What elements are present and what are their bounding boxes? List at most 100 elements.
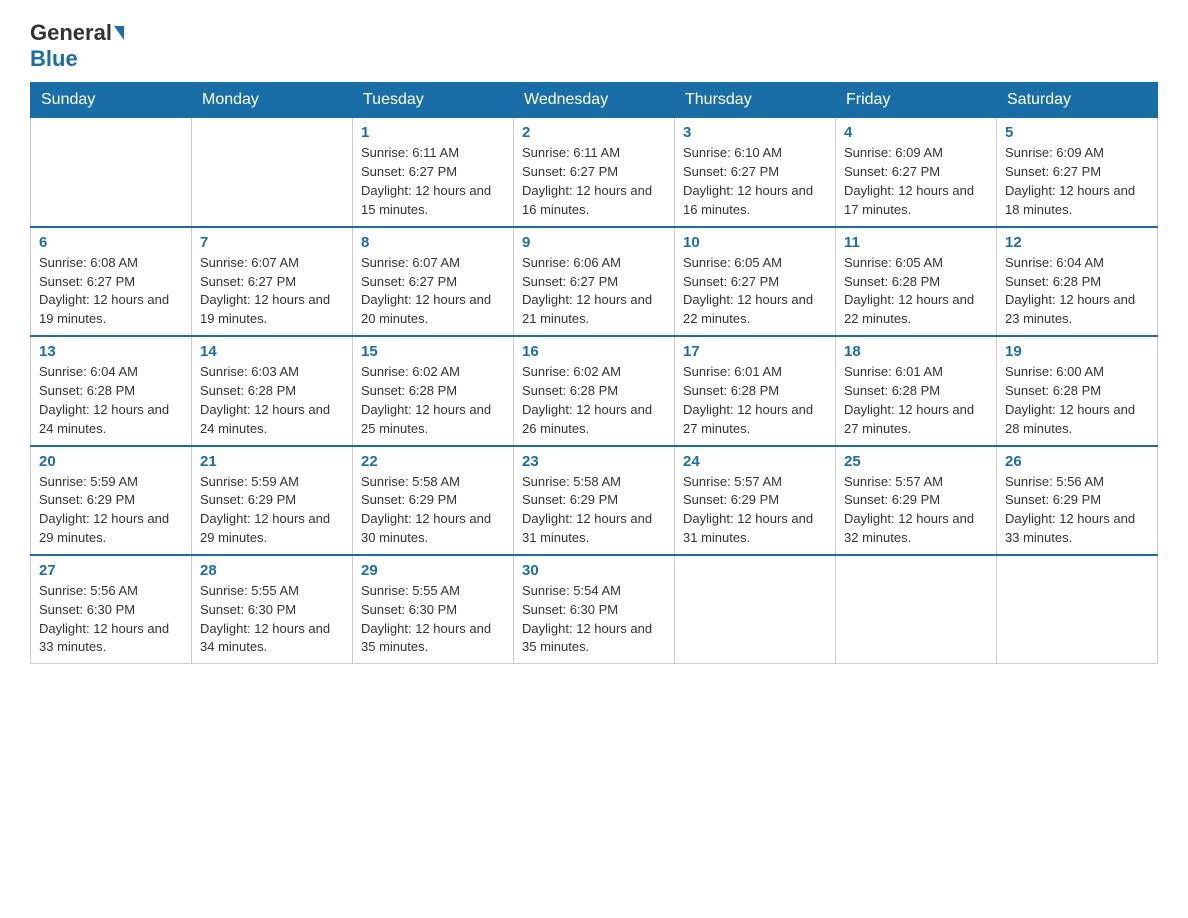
day-info: Sunrise: 6:03 AMSunset: 6:28 PMDaylight:… [200,363,344,438]
weekday-header-saturday: Saturday [997,83,1158,118]
day-number: 27 [39,562,183,579]
day-info: Sunrise: 6:05 AMSunset: 6:27 PMDaylight:… [683,254,827,329]
day-number: 3 [683,124,827,141]
weekday-header-thursday: Thursday [675,83,836,118]
logo-triangle-icon [114,26,124,40]
day-info: Sunrise: 6:09 AMSunset: 6:27 PMDaylight:… [1005,144,1149,219]
day-info: Sunrise: 6:02 AMSunset: 6:28 PMDaylight:… [522,363,666,438]
day-cell-8: 8 Sunrise: 6:07 AMSunset: 6:27 PMDaylight… [353,227,514,336]
day-info: Sunrise: 5:56 AMSunset: 6:29 PMDaylight:… [1005,473,1149,548]
week-row-2: 6 Sunrise: 6:08 AMSunset: 6:27 PMDaylight… [31,227,1158,336]
day-number: 11 [844,234,988,251]
weekday-header-sunday: Sunday [31,83,192,118]
day-cell-27: 27 Sunrise: 5:56 AMSunset: 6:30 PMDayligh… [31,555,192,664]
day-number: 17 [683,343,827,360]
day-number: 19 [1005,343,1149,360]
weekday-header-wednesday: Wednesday [514,83,675,118]
day-info: Sunrise: 6:07 AMSunset: 6:27 PMDaylight:… [200,254,344,329]
day-cell-23: 23 Sunrise: 5:58 AMSunset: 6:29 PMDayligh… [514,446,675,555]
day-number: 9 [522,234,666,251]
day-number: 10 [683,234,827,251]
day-number: 15 [361,343,505,360]
empty-cell [997,555,1158,664]
day-cell-13: 13 Sunrise: 6:04 AMSunset: 6:28 PMDayligh… [31,336,192,445]
day-number: 13 [39,343,183,360]
day-cell-14: 14 Sunrise: 6:03 AMSunset: 6:28 PMDayligh… [192,336,353,445]
day-number: 21 [200,453,344,470]
day-cell-22: 22 Sunrise: 5:58 AMSunset: 6:29 PMDayligh… [353,446,514,555]
day-info: Sunrise: 6:04 AMSunset: 6:28 PMDaylight:… [1005,254,1149,329]
day-number: 5 [1005,124,1149,141]
day-info: Sunrise: 6:08 AMSunset: 6:27 PMDaylight:… [39,254,183,329]
day-cell-26: 26 Sunrise: 5:56 AMSunset: 6:29 PMDayligh… [997,446,1158,555]
day-info: Sunrise: 5:58 AMSunset: 6:29 PMDaylight:… [361,473,505,548]
day-info: Sunrise: 6:01 AMSunset: 6:28 PMDaylight:… [844,363,988,438]
logo: General Blue [30,20,126,72]
day-number: 25 [844,453,988,470]
day-number: 12 [1005,234,1149,251]
day-info: Sunrise: 6:05 AMSunset: 6:28 PMDaylight:… [844,254,988,329]
day-number: 7 [200,234,344,251]
empty-cell [675,555,836,664]
day-cell-19: 19 Sunrise: 6:00 AMSunset: 6:28 PMDayligh… [997,336,1158,445]
day-number: 26 [1005,453,1149,470]
day-cell-9: 9 Sunrise: 6:06 AMSunset: 6:27 PMDaylight… [514,227,675,336]
day-info: Sunrise: 6:02 AMSunset: 6:28 PMDaylight:… [361,363,505,438]
day-number: 23 [522,453,666,470]
week-row-3: 13 Sunrise: 6:04 AMSunset: 6:28 PMDayligh… [31,336,1158,445]
day-cell-10: 10 Sunrise: 6:05 AMSunset: 6:27 PMDayligh… [675,227,836,336]
day-info: Sunrise: 5:58 AMSunset: 6:29 PMDaylight:… [522,473,666,548]
day-number: 8 [361,234,505,251]
day-cell-18: 18 Sunrise: 6:01 AMSunset: 6:28 PMDayligh… [836,336,997,445]
day-info: Sunrise: 6:11 AMSunset: 6:27 PMDaylight:… [522,144,666,219]
day-number: 6 [39,234,183,251]
day-cell-3: 3Sunrise: 6:10 AMSunset: 6:27 PMDaylight… [675,118,836,227]
day-cell-20: 20Sunrise: 5:59 AMSunset: 6:29 PMDayligh… [31,446,192,555]
day-info: Sunrise: 5:59 AMSunset: 6:29 PMDaylight:… [200,473,344,548]
day-cell-17: 17Sunrise: 6:01 AMSunset: 6:28 PMDayligh… [675,336,836,445]
day-info: Sunrise: 5:56 AMSunset: 6:30 PMDaylight:… [39,582,183,657]
day-info: Sunrise: 6:06 AMSunset: 6:27 PMDaylight:… [522,254,666,329]
day-cell-28: 28Sunrise: 5:55 AMSunset: 6:30 PMDayligh… [192,555,353,664]
day-info: Sunrise: 5:55 AMSunset: 6:30 PMDaylight:… [361,582,505,657]
day-cell-21: 21 Sunrise: 5:59 AMSunset: 6:29 PMDayligh… [192,446,353,555]
day-cell-6: 6 Sunrise: 6:08 AMSunset: 6:27 PMDaylight… [31,227,192,336]
logo-blue-text: Blue [30,46,78,71]
day-number: 1 [361,124,505,141]
day-cell-25: 25 Sunrise: 5:57 AMSunset: 6:29 PMDayligh… [836,446,997,555]
day-cell-5: 5 Sunrise: 6:09 AMSunset: 6:27 PMDaylight… [997,118,1158,227]
empty-cell [192,118,353,227]
day-number: 18 [844,343,988,360]
day-number: 14 [200,343,344,360]
day-cell-15: 15 Sunrise: 6:02 AMSunset: 6:28 PMDayligh… [353,336,514,445]
day-info: Sunrise: 6:07 AMSunset: 6:27 PMDaylight:… [361,254,505,329]
day-info: Sunrise: 5:54 AMSunset: 6:30 PMDaylight:… [522,582,666,657]
day-cell-11: 11 Sunrise: 6:05 AMSunset: 6:28 PMDayligh… [836,227,997,336]
day-info: Sunrise: 5:57 AMSunset: 6:29 PMDaylight:… [844,473,988,548]
day-number: 16 [522,343,666,360]
day-info: Sunrise: 6:04 AMSunset: 6:28 PMDaylight:… [39,363,183,438]
day-cell-30: 30Sunrise: 5:54 AMSunset: 6:30 PMDayligh… [514,555,675,664]
week-row-1: 1 Sunrise: 6:11 AMSunset: 6:27 PMDaylight… [31,118,1158,227]
day-cell-29: 29 Sunrise: 5:55 AMSunset: 6:30 PMDayligh… [353,555,514,664]
empty-cell [31,118,192,227]
day-cell-12: 12 Sunrise: 6:04 AMSunset: 6:28 PMDayligh… [997,227,1158,336]
day-cell-4: 4 Sunrise: 6:09 AMSunset: 6:27 PMDaylight… [836,118,997,227]
day-number: 24 [683,453,827,470]
day-info: Sunrise: 6:11 AMSunset: 6:27 PMDaylight:… [361,144,505,219]
empty-cell [836,555,997,664]
weekday-header-friday: Friday [836,83,997,118]
weekday-header-tuesday: Tuesday [353,83,514,118]
logo-general-text: General [30,20,112,46]
calendar-table: SundayMondayTuesdayWednesdayThursdayFrid… [30,82,1158,664]
day-info: Sunrise: 6:09 AMSunset: 6:27 PMDaylight:… [844,144,988,219]
day-number: 28 [200,562,344,579]
day-number: 22 [361,453,505,470]
day-number: 29 [361,562,505,579]
week-row-5: 27 Sunrise: 5:56 AMSunset: 6:30 PMDayligh… [31,555,1158,664]
day-number: 4 [844,124,988,141]
day-cell-7: 7 Sunrise: 6:07 AMSunset: 6:27 PMDaylight… [192,227,353,336]
day-info: Sunrise: 6:00 AMSunset: 6:28 PMDaylight:… [1005,363,1149,438]
page-header: General Blue [30,20,1158,72]
weekday-header-monday: Monday [192,83,353,118]
